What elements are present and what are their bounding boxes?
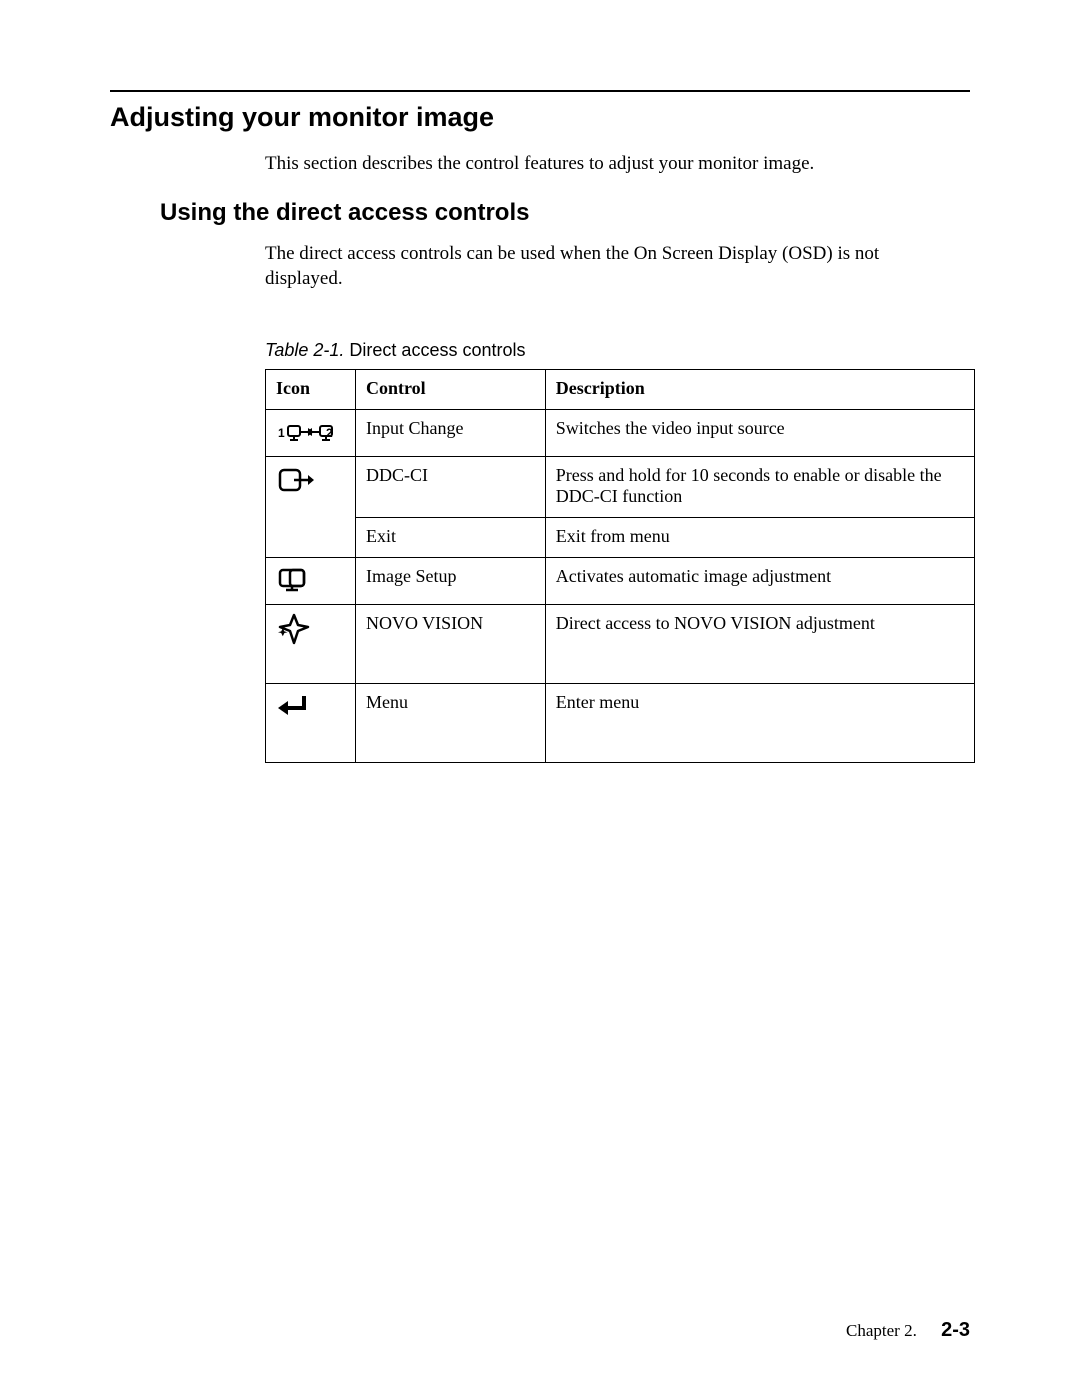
description-cell: Exit from menu bbox=[545, 517, 974, 557]
intro-paragraph: This section describes the control featu… bbox=[265, 151, 960, 177]
section-rule bbox=[110, 90, 970, 92]
table-caption-label: Table 2-1. bbox=[265, 340, 344, 360]
icon-cell: 1 bbox=[266, 409, 356, 456]
novo-vision-icon bbox=[276, 618, 312, 638]
table-row: Menu Enter menu bbox=[266, 683, 975, 762]
table-caption-text: Direct access controls bbox=[349, 340, 525, 360]
th-description: Description bbox=[545, 369, 974, 409]
control-cell: Input Change bbox=[355, 409, 545, 456]
table-row: NOVO VISION Direct access to NOVO VISION… bbox=[266, 604, 975, 683]
footer-chapter-label: Chapter 2. bbox=[846, 1321, 917, 1340]
control-cell: Image Setup bbox=[355, 557, 545, 604]
page-footer: Chapter 2. 2-3 bbox=[846, 1319, 970, 1342]
heading-direct-access: Using the direct access controls bbox=[160, 199, 960, 227]
description-cell: Switches the video input source bbox=[545, 409, 974, 456]
footer-page-number: 2-3 bbox=[941, 1319, 970, 1341]
control-cell: Exit bbox=[355, 517, 545, 557]
table-row: 1 bbox=[266, 409, 975, 456]
description-cell: Enter menu bbox=[545, 683, 974, 762]
control-cell: DDC-CI bbox=[355, 456, 545, 517]
svg-text:2: 2 bbox=[326, 426, 333, 440]
image-setup-icon bbox=[276, 568, 316, 588]
icon-cell bbox=[266, 456, 356, 557]
page: Adjusting your monitor image This sectio… bbox=[0, 0, 1080, 1397]
control-cell: Menu bbox=[355, 683, 545, 762]
table-header-row: Icon Control Description bbox=[266, 369, 975, 409]
svg-text:1: 1 bbox=[278, 426, 285, 440]
description-cell: Press and hold for 10 seconds to enable … bbox=[545, 456, 974, 517]
table-row: DDC-CI Press and hold for 10 seconds to … bbox=[266, 456, 975, 517]
table-caption: Table 2-1. Direct access controls bbox=[265, 340, 960, 361]
control-cell: NOVO VISION bbox=[355, 604, 545, 683]
input-change-icon: 1 bbox=[276, 420, 334, 440]
menu-enter-icon bbox=[276, 695, 310, 715]
direct-access-controls-table: Icon Control Description 1 bbox=[265, 369, 975, 763]
table-row: Exit Exit from menu bbox=[266, 517, 975, 557]
description-cell: Activates automatic image adjustment bbox=[545, 557, 974, 604]
icon-cell bbox=[266, 683, 356, 762]
th-icon: Icon bbox=[266, 369, 356, 409]
icon-cell bbox=[266, 604, 356, 683]
table-row: Image Setup Activates automatic image ad… bbox=[266, 557, 975, 604]
exit-icon bbox=[276, 468, 316, 488]
heading-adjusting: Adjusting your monitor image bbox=[110, 102, 970, 133]
th-control: Control bbox=[355, 369, 545, 409]
direct-access-paragraph: The direct access controls can be used w… bbox=[265, 241, 960, 292]
icon-cell bbox=[266, 557, 356, 604]
description-cell: Direct access to NOVO VISION adjustment bbox=[545, 604, 974, 683]
